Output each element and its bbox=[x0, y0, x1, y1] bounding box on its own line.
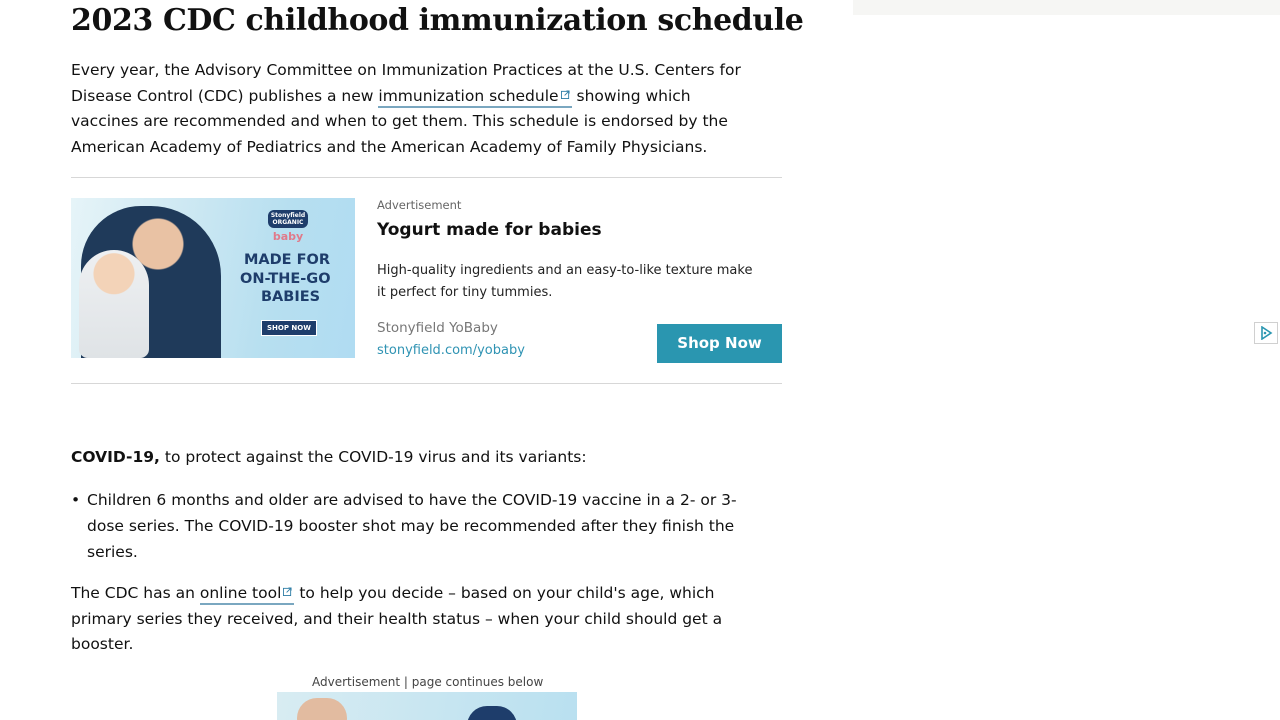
ad-url-link[interactable]: stonyfield.com/yobaby bbox=[377, 343, 525, 358]
ad-image-line-3: BABIES bbox=[261, 289, 321, 305]
ad-image-line-2: ON-THE-GO bbox=[240, 271, 331, 287]
intro-line-4: American Academy of Pediatrics and the A… bbox=[71, 138, 708, 157]
ad-label: Advertisement bbox=[377, 198, 462, 212]
ad2-label: Advertisement | page continues below bbox=[312, 675, 544, 689]
bullet-icon: • bbox=[71, 491, 81, 509]
intro-text: showing which bbox=[571, 86, 691, 105]
tool-line-2: primary series they received, and their … bbox=[71, 609, 723, 628]
ad-image[interactable]: Stonyfield ORGANIC baby MADE FOR ON-THE-… bbox=[71, 198, 355, 358]
stonyfield-logo: Stonyfield ORGANIC baby bbox=[268, 210, 308, 243]
link-label: online tool bbox=[199, 584, 282, 602]
covid-bold: COVID-19, bbox=[71, 448, 160, 466]
shop-now-button[interactable]: Shop Now bbox=[657, 324, 782, 363]
tool-text: The CDC has an bbox=[71, 584, 200, 602]
online-tool-link[interactable]: online tool bbox=[199, 581, 295, 607]
ad-image-shop-now[interactable]: SHOP NOW bbox=[261, 320, 317, 336]
divider bbox=[71, 383, 782, 384]
covid-heading-text: to protect against the COVID-19 virus an… bbox=[159, 448, 587, 466]
intro-line-2: Disease Control (CDC) publishes a new im… bbox=[71, 84, 741, 110]
ad-advertiser: Stonyfield YoBaby bbox=[377, 320, 498, 336]
intro-line-3: vaccines are recommended and when to get… bbox=[71, 112, 728, 131]
sponsored-ad[interactable]: Stonyfield ORGANIC baby MADE FOR ON-THE-… bbox=[71, 198, 782, 363]
immunization-schedule-link[interactable]: immunization schedule bbox=[378, 84, 572, 110]
covid-heading: COVID-19, to protect against the COVID-1… bbox=[71, 445, 587, 470]
external-link-icon bbox=[560, 84, 570, 110]
external-link-icon bbox=[283, 581, 292, 607]
tool-line-3: booster. bbox=[71, 635, 134, 654]
right-rail-strip bbox=[853, 0, 1280, 15]
intro-text: Disease Control (CDC) publishes a new bbox=[71, 86, 379, 105]
tool-line-1: The CDC has an online tool to help you d… bbox=[71, 581, 722, 607]
bullet-line-2: dose series. The COVID-19 booster shot m… bbox=[87, 517, 735, 535]
ad2-photo bbox=[297, 698, 347, 720]
ad2-image[interactable] bbox=[277, 692, 577, 720]
page-title: 2023 CDC childhood immunization schedule bbox=[71, 3, 804, 38]
ad-image-line-1: MADE FOR bbox=[244, 252, 331, 268]
divider bbox=[71, 177, 782, 178]
ad-desc-line-2: it perfect for tiny tummies. bbox=[377, 285, 553, 300]
bullet-line-3: series. bbox=[87, 543, 138, 561]
online-tool-paragraph: The CDC has an online tool to help you d… bbox=[71, 581, 722, 658]
intro-paragraph: Every year, the Advisory Committee on Im… bbox=[71, 58, 741, 161]
ad2-logo bbox=[467, 706, 517, 720]
link-label: immunization schedule bbox=[378, 86, 559, 105]
ad-title[interactable]: Yogurt made for babies bbox=[377, 220, 602, 240]
logo-text: Stonyfield ORGANIC bbox=[268, 210, 308, 228]
logo-sub: baby bbox=[272, 230, 304, 243]
ad-photo-baby bbox=[79, 250, 149, 358]
intro-line-1: Every year, the Advisory Committee on Im… bbox=[71, 61, 741, 79]
adchoices-icon[interactable] bbox=[1254, 322, 1278, 344]
ad-description: High-quality ingredients and an easy-to-… bbox=[377, 260, 752, 304]
tool-text: to help you decide – based on your child… bbox=[294, 584, 715, 602]
ad-desc-line-1: High-quality ingredients and an easy-to-… bbox=[377, 263, 753, 278]
bullet-line-1: Children 6 months and older are advised … bbox=[87, 491, 737, 509]
list-item-text: Children 6 months and older are advised … bbox=[87, 487, 737, 565]
